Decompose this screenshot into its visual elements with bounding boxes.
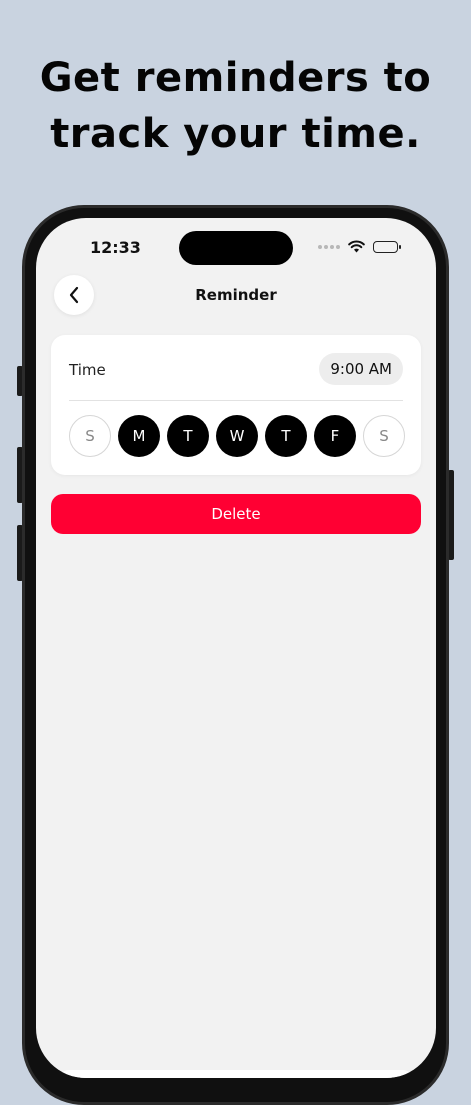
weekday-selector: S M T W T F S — [69, 415, 405, 457]
day-toggle-monday[interactable]: M — [118, 415, 160, 457]
signal-icon — [318, 244, 340, 249]
day-toggle-thursday[interactable]: T — [265, 415, 307, 457]
day-toggle-friday[interactable]: F — [314, 415, 356, 457]
divider — [69, 400, 403, 401]
page-title: Reminder — [195, 286, 277, 304]
bottom-bar — [58, 1070, 414, 1078]
battery-icon — [373, 240, 401, 253]
promo-headline: Get reminders to track your time. — [0, 50, 471, 162]
status-icons — [318, 240, 401, 253]
day-toggle-wednesday[interactable]: W — [216, 415, 258, 457]
time-label: Time — [69, 361, 106, 379]
day-toggle-tuesday[interactable]: T — [167, 415, 209, 457]
promo-line-1: Get reminders to — [39, 55, 432, 101]
wifi-icon — [348, 240, 365, 253]
dynamic-island — [179, 231, 293, 265]
status-time: 12:33 — [90, 238, 141, 257]
time-picker[interactable]: 9:00 AM — [319, 353, 403, 385]
reminder-card: Time 9:00 AM S M T W T F S — [51, 335, 421, 475]
day-toggle-saturday[interactable]: S — [363, 415, 405, 457]
phone-screen: 12:33 Reminder Time 9:00 AM S M T W T F … — [36, 218, 436, 1078]
promo-line-2: track your time. — [50, 111, 421, 157]
day-toggle-sunday[interactable]: S — [69, 415, 111, 457]
delete-button[interactable]: Delete — [51, 494, 421, 534]
